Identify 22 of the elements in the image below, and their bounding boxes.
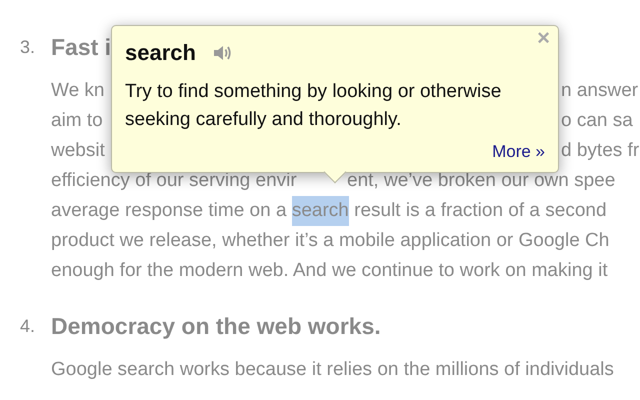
text-fragment: d bytes fr [561, 139, 640, 163]
text-fragment: efficiency of our serving envir [51, 170, 297, 191]
text-fragment: ent, we’ve broken our own spee [347, 169, 616, 193]
section-number: 4. [19, 314, 36, 338]
definition-text: Try to find something by looking or otherwise seeking carefully and thoroughly. [125, 80, 502, 132]
text-fragment: product we release, whether it’s a mobile application or Google Ch [51, 229, 610, 253]
text-fragment: o can sa [561, 109, 633, 133]
section-number: 3. [19, 36, 36, 58]
section-heading: Fast i [51, 32, 112, 62]
text-fragment: n answer [561, 79, 638, 103]
text-fragment: websit [51, 140, 105, 161]
text-fragment: Google search works because it relies on the millions of individuals [51, 358, 614, 382]
section-heading: Democracy on the web works. [51, 312, 381, 341]
text-fragment: We kn [51, 80, 105, 101]
popup-word: search [125, 39, 196, 67]
speaker-icon[interactable] [212, 43, 232, 63]
text-fragment: average response time on a [51, 199, 288, 223]
text-fragment: enough for the modern web. And we continue to work on making it [51, 259, 608, 283]
text-fragment: aim to [51, 110, 103, 131]
text-fragment: result is a fraction of a second [353, 199, 607, 223]
more-link[interactable]: More » [492, 138, 545, 164]
selected-word: search [292, 196, 349, 226]
